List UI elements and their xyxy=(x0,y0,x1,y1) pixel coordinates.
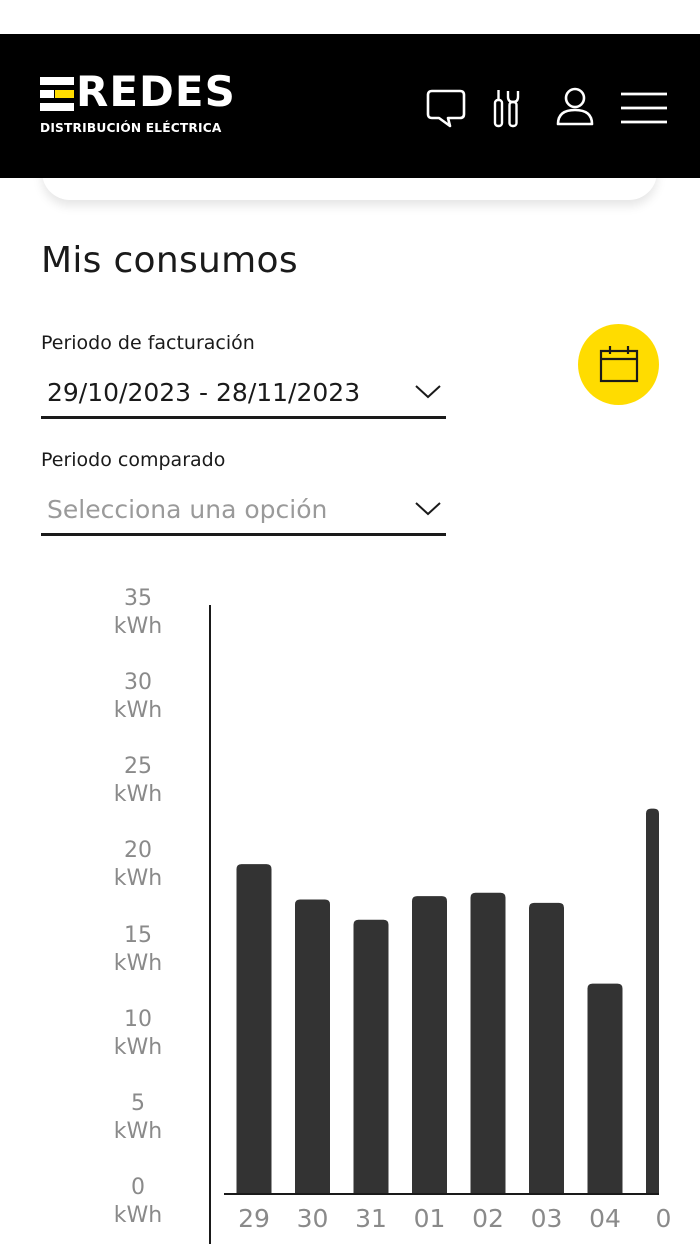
y-tick-value: 35 xyxy=(124,586,152,611)
user-icon[interactable] xyxy=(556,86,594,128)
x-tick-label: 31 xyxy=(355,1204,387,1233)
y-tick-label: 20 kWh xyxy=(101,837,175,893)
y-tick-label: 30 kWh xyxy=(101,669,175,725)
y-tick-unit: kWh xyxy=(113,614,163,639)
x-tick-label: 0 xyxy=(655,1204,672,1233)
y-tick-value: 15 xyxy=(124,922,152,948)
x-tick-label: 04 xyxy=(589,1204,621,1233)
y-tick-value: 25 xyxy=(124,754,152,780)
x-tick-label: 03 xyxy=(530,1204,563,1233)
y-tick-unit: kWh xyxy=(113,782,163,808)
y-tick-value: 30 xyxy=(124,670,152,696)
chart-bar[interactable] xyxy=(646,808,659,1194)
y-tick-label: 15 kWh xyxy=(101,922,175,978)
chart-bar[interactable] xyxy=(353,919,389,1194)
brand-name: REDES xyxy=(76,67,236,116)
chart-bar[interactable] xyxy=(529,902,564,1194)
app-header: REDES DISTRIBUCIÓN ELÉCTRICA xyxy=(0,34,700,178)
x-tick-label: 01 xyxy=(413,1204,446,1233)
y-tick-unit: kWh xyxy=(113,950,163,976)
chart-bar[interactable] xyxy=(236,864,272,1194)
y-tick-unit: kWh xyxy=(113,866,163,892)
x-tick-label: 30 xyxy=(296,1204,329,1233)
y-tick-value: 10 xyxy=(124,1006,152,1032)
brand-logo[interactable]: REDES DISTRIBUCIÓN ELÉCTRICA xyxy=(40,69,250,137)
y-tick-value: 0 xyxy=(131,1175,145,1200)
y-tick-unit: kWh xyxy=(113,698,163,724)
menu-icon[interactable] xyxy=(620,91,668,125)
x-tick-label: 29 xyxy=(238,1204,270,1233)
y-tick-label: 0 kWh xyxy=(101,1174,175,1230)
chat-icon[interactable] xyxy=(426,88,466,130)
x-tick-label: 02 xyxy=(472,1204,504,1233)
y-tick-label: 5 kWh xyxy=(101,1090,175,1146)
y-tick-label: 25 kWh xyxy=(101,753,175,809)
brand-tagline: DISTRIBUCIÓN ELÉCTRICA xyxy=(40,121,222,135)
chart-bar[interactable] xyxy=(470,892,506,1194)
y-tick-unit: kWh xyxy=(113,1203,163,1228)
y-tick-label: 10 kWh xyxy=(101,1006,175,1062)
logo-e-mark xyxy=(40,77,74,111)
y-tick-value: 5 xyxy=(131,1090,145,1116)
chart-bar[interactable] xyxy=(587,983,623,1194)
chart-bar[interactable] xyxy=(295,899,330,1195)
y-tick-label: 35 kWh xyxy=(101,585,175,641)
y-tick-unit: kWh xyxy=(113,1118,163,1144)
y-tick-unit: kWh xyxy=(113,1034,163,1060)
chart-bar[interactable] xyxy=(412,896,447,1194)
tools-icon[interactable] xyxy=(492,88,522,130)
y-tick-value: 20 xyxy=(124,838,152,864)
